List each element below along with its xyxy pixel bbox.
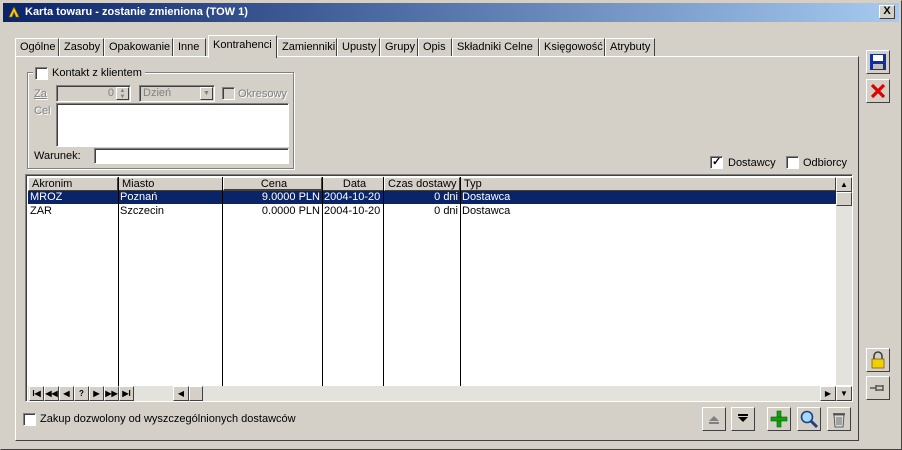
cell-typ: Dostawca <box>462 205 511 217</box>
add-button[interactable] <box>767 407 791 431</box>
scroll-left-icon[interactable]: ◀ <box>173 386 189 401</box>
padlock-icon <box>871 351 885 369</box>
periodic-label: Okresowy <box>238 88 287 100</box>
tab-inne[interactable]: Inne <box>173 38 206 57</box>
tab-kontrahenci[interactable]: Kontrahenci <box>208 35 277 58</box>
za-label: Za <box>34 88 47 100</box>
suppliers-grid[interactable]: Akronim Miasto Cena Data Czas dostawy Ty… <box>25 174 853 402</box>
next-record-button[interactable]: ▶ <box>89 386 104 401</box>
window: Karta towaru - zostanie zmieniona (TOW 1… <box>0 0 902 450</box>
app-icon <box>8 6 20 18</box>
close-button[interactable]: X <box>879 5 895 19</box>
contact-checkbox-label: Kontakt z klientem <box>52 67 142 79</box>
cell-czas: 0 dni <box>434 205 458 217</box>
cancel-button[interactable] <box>866 79 890 103</box>
periodic-checkbox[interactable] <box>222 87 235 100</box>
chevron-down-icon[interactable]: ▼ <box>200 87 213 100</box>
window-title: Karta towaru - zostanie zmieniona (TOW 1… <box>25 6 248 18</box>
tab-zamienniki[interactable]: Zamienniki <box>277 38 337 57</box>
tab-atrybuty[interactable]: Atrybuty <box>605 38 655 57</box>
customers-label: Odbiorcy <box>803 157 848 169</box>
cell-akronim: MROZ <box>30 191 63 203</box>
floppy-disk-icon <box>870 54 886 70</box>
last-record-button[interactable]: ▶I <box>119 386 134 401</box>
tab-opis[interactable]: Opis <box>418 38 452 57</box>
unit-value: Dzień <box>143 87 172 99</box>
cell-miasto: Szczecin <box>120 205 165 217</box>
cell-cena: 9.0000 PLN <box>261 191 320 203</box>
find-record-button[interactable]: ? <box>74 386 89 401</box>
tab-upusty[interactable]: Upusty <box>337 38 380 57</box>
column-header-akronim[interactable]: Akronim <box>28 177 118 191</box>
first-record-button[interactable]: I◀ <box>29 386 44 401</box>
delete-button[interactable] <box>827 407 851 431</box>
za-spin-icon[interactable]: ▲ ▼ <box>116 87 129 100</box>
move-down-button[interactable] <box>731 407 755 431</box>
column-header-typ[interactable]: Typ <box>460 177 836 191</box>
cell-data: 2004-10-20 <box>324 205 381 217</box>
cell-typ: Dostawca <box>462 191 511 203</box>
lock-button[interactable] <box>866 348 890 372</box>
find-button[interactable] <box>797 407 821 431</box>
pin-button[interactable] <box>866 376 890 400</box>
cell-miasto: Poznań <box>120 191 158 203</box>
trash-bin-icon <box>833 413 845 428</box>
arrow-up-icon <box>709 416 719 424</box>
column-divider <box>118 177 119 386</box>
magnifier-icon <box>800 410 819 429</box>
next-page-button[interactable]: ▶▶ <box>104 386 119 401</box>
za-value: 0 <box>107 87 114 99</box>
prev-record-button[interactable]: ◀ <box>59 386 74 401</box>
cell-akronim: ZAR <box>30 205 52 217</box>
move-up-button[interactable] <box>702 407 726 431</box>
red-x-icon <box>870 83 886 99</box>
restrict-suppliers-label: Zakup dozwolony od wyszczególnionych dos… <box>40 413 296 425</box>
column-divider <box>460 177 461 386</box>
tab-skladniki-celne[interactable]: Składniki Celne <box>452 38 539 57</box>
restrict-suppliers-checkbox[interactable] <box>23 413 36 426</box>
suppliers-checkbox[interactable]: ✓ <box>710 156 723 169</box>
tab-ksiegowosc[interactable]: Księgowość <box>539 38 605 57</box>
column-divider <box>383 177 384 386</box>
arrow-down-icon <box>738 414 748 422</box>
tab-ogolne[interactable]: Ogólne <box>15 38 59 57</box>
green-plus-icon <box>770 410 788 428</box>
za-input[interactable]: 0 ▲ ▼ <box>56 85 131 102</box>
contact-checkbox[interactable]: Kontakt z klientem <box>33 66 145 80</box>
save-button[interactable] <box>866 50 890 74</box>
column-divider <box>222 177 223 386</box>
horizontal-scroll-thumb[interactable] <box>189 386 203 401</box>
cel-label: Cel <box>34 105 51 117</box>
column-divider <box>322 177 323 386</box>
cel-textarea[interactable] <box>56 103 289 147</box>
tab-opakowanie[interactable]: Opakowanie <box>104 38 173 57</box>
customers-checkbox[interactable] <box>786 156 799 169</box>
tab-grupy[interactable]: Grupy <box>380 38 418 57</box>
contact-check-box[interactable] <box>35 66 48 80</box>
cell-czas: 0 dni <box>434 191 458 203</box>
suppliers-label: Dostawcy <box>728 157 776 169</box>
cell-cena: 0.0000 PLN <box>261 205 320 217</box>
check-icon: ✓ <box>712 156 722 168</box>
condition-label: Warunek: <box>34 150 81 162</box>
grid-navigator: I◀ ◀◀ ◀ ? ▶ ▶▶ ▶I ◀ ▶ ▼ <box>28 386 852 401</box>
table-row[interactable]: ZAR Szczecin 0.0000 PLN 2004-10-20 0 dni… <box>28 205 836 218</box>
prev-page-button[interactable]: ◀◀ <box>44 386 59 401</box>
title-bar: Karta towaru - zostanie zmieniona (TOW 1… <box>3 3 899 22</box>
cell-data: 2004-10-20 <box>324 191 381 203</box>
scroll-thumb[interactable] <box>836 192 852 206</box>
tab-zasoby[interactable]: Zasoby <box>59 38 104 57</box>
unit-select[interactable]: Dzień ▼ <box>139 85 215 102</box>
column-header-czas-dostawy[interactable]: Czas dostawy <box>384 177 460 191</box>
column-header-miasto[interactable]: Miasto <box>118 177 223 191</box>
condition-input[interactable] <box>94 148 289 164</box>
column-header-data[interactable]: Data <box>322 177 384 191</box>
table-row[interactable]: MROZ Poznań 9.0000 PLN 2004-10-20 0 dni … <box>28 191 836 204</box>
scroll-right-icon[interactable]: ▶ <box>820 386 836 401</box>
vertical-scrollbar[interactable]: ▲ <box>836 177 852 385</box>
column-header-cena[interactable]: Cena <box>223 177 322 191</box>
scroll-up-icon[interactable]: ▲ <box>836 177 852 192</box>
scroll-down-icon[interactable]: ▼ <box>836 386 852 401</box>
pushpin-icon <box>870 385 884 391</box>
